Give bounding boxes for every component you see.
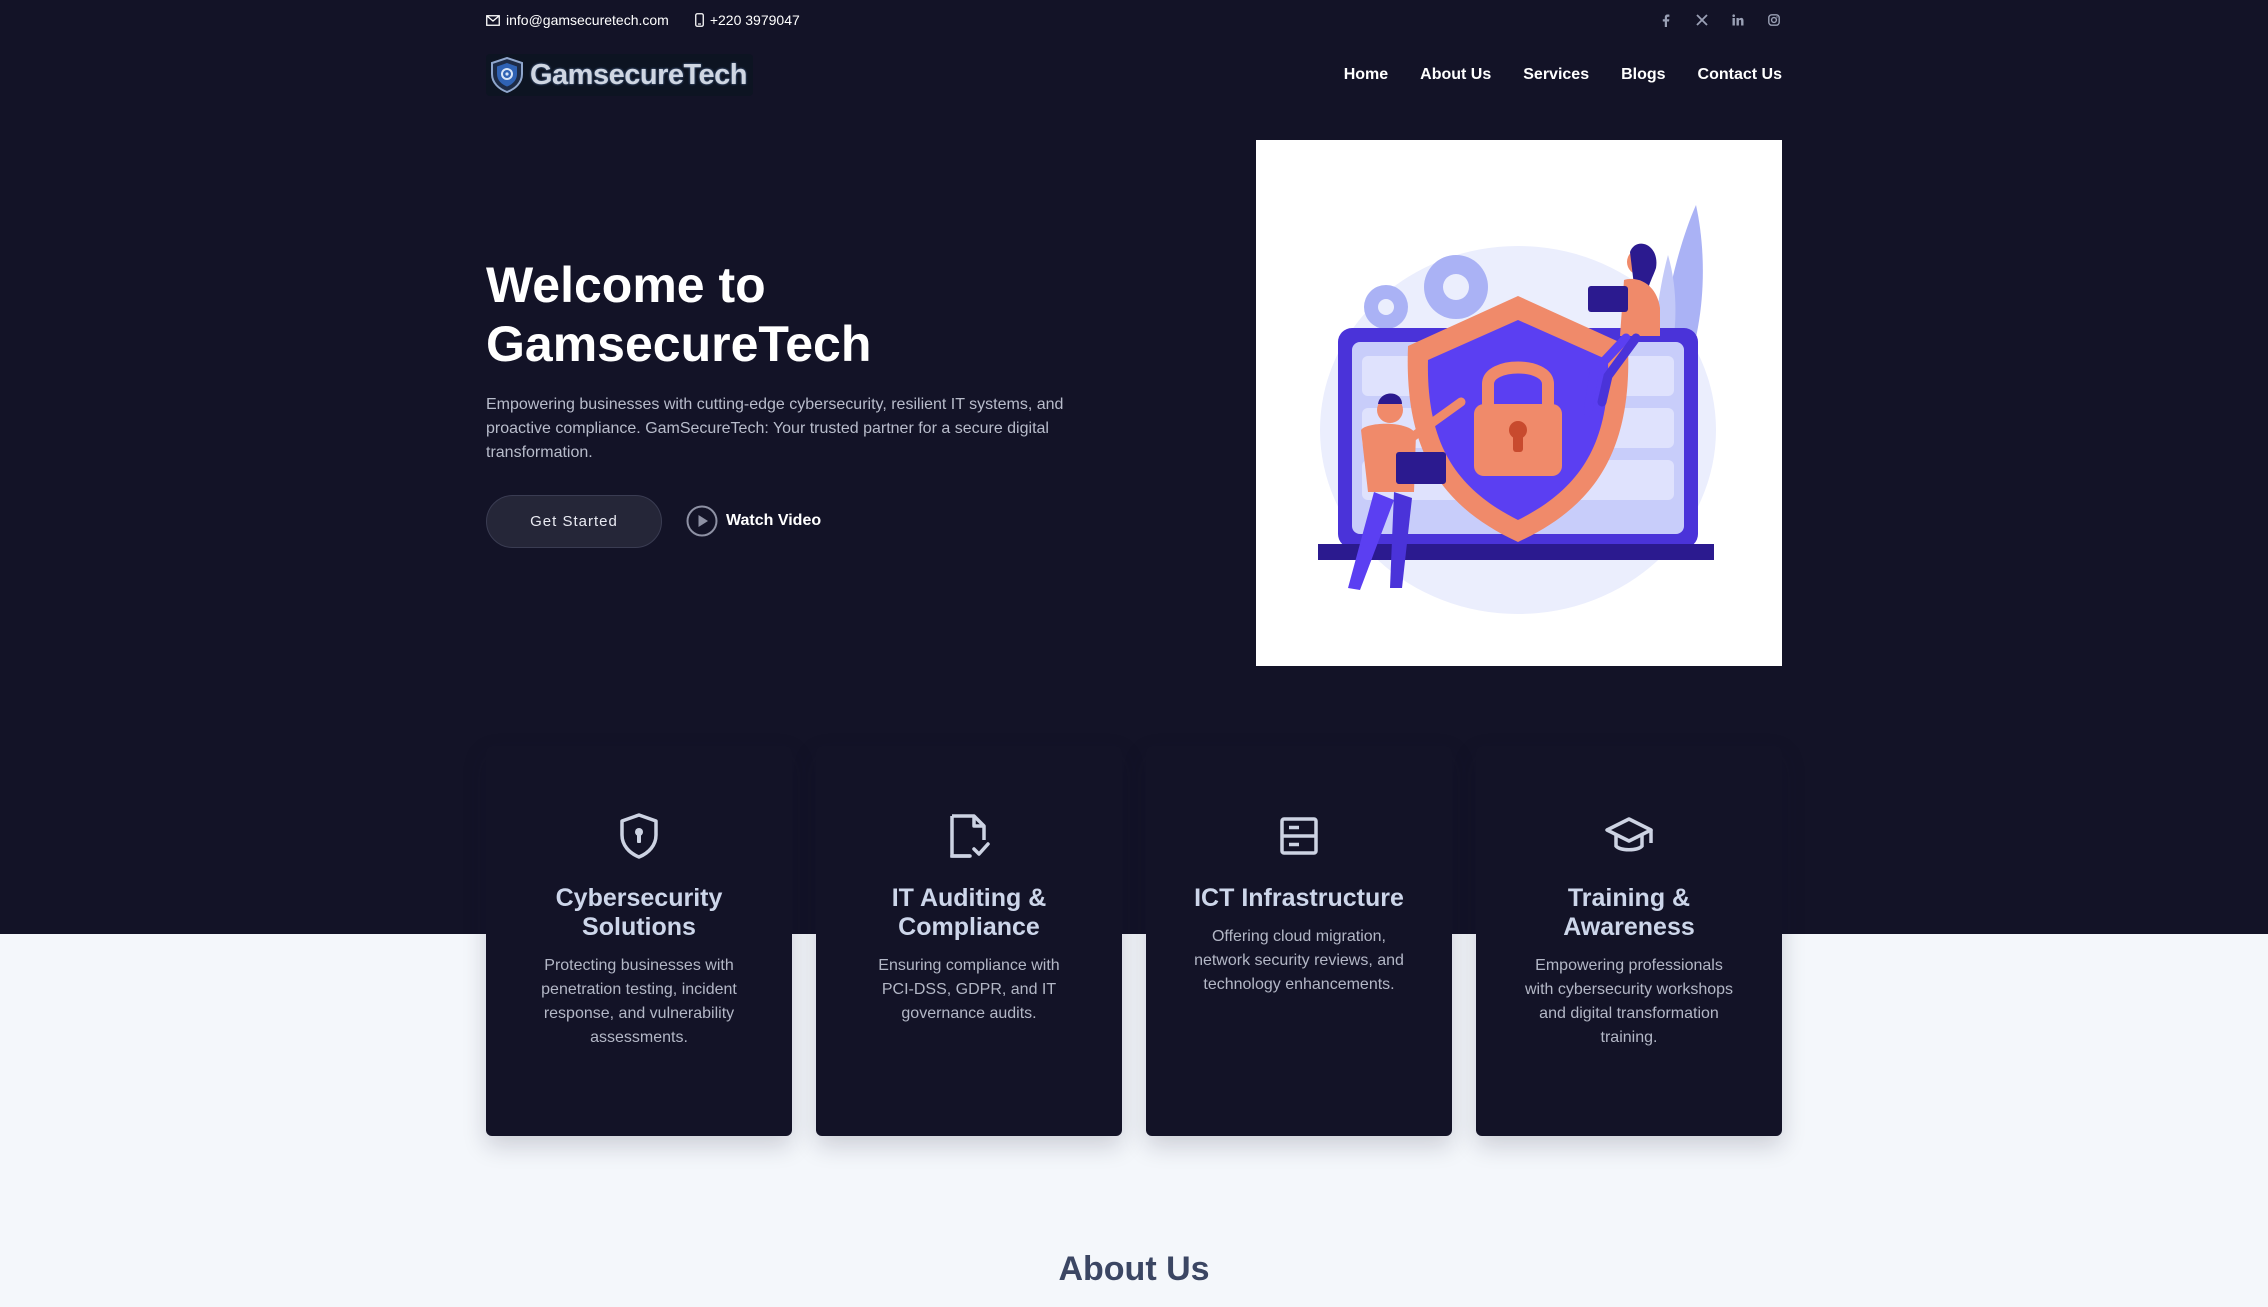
hero-background bbox=[0, 0, 2268, 934]
play-icon bbox=[686, 505, 718, 537]
hero-title-line1: Welcome to bbox=[486, 257, 766, 313]
shield-logo-icon bbox=[491, 57, 523, 93]
watch-video-button[interactable]: Watch Video bbox=[686, 505, 821, 537]
mail-icon bbox=[486, 14, 500, 26]
email-text: info@gamsecuretech.com bbox=[506, 12, 669, 28]
instagram-icon[interactable] bbox=[1766, 12, 1782, 28]
hero-title-line2: GamsecureTech bbox=[486, 316, 872, 372]
nav-services[interactable]: Services bbox=[1523, 66, 1589, 84]
nav-about-us[interactable]: About Us bbox=[1420, 66, 1491, 84]
service-title: Training & Awareness bbox=[1563, 884, 1695, 941]
nav-contact-us[interactable]: Contact Us bbox=[1698, 66, 1782, 84]
service-card-cybersecurity[interactable]: Cybersecurity Solutions Protecting busin… bbox=[486, 746, 792, 1136]
main-navbar: GamsecureTech Home About Us Services Blo… bbox=[486, 52, 1782, 98]
graduation-cap-icon bbox=[1476, 808, 1782, 864]
service-title: Cybersecurity Solutions bbox=[555, 884, 723, 941]
service-description: Empowering professionals with cybersecur… bbox=[1524, 957, 1734, 1046]
get-started-button[interactable]: Get Started bbox=[486, 495, 662, 548]
nav-home[interactable]: Home bbox=[1344, 66, 1388, 84]
service-card-ict-infrastructure[interactable]: ICT Infrastructure Offering cloud migrat… bbox=[1146, 746, 1452, 1136]
phone-text: +220 3979047 bbox=[709, 12, 800, 28]
watch-video-label: Watch Video bbox=[726, 512, 822, 529]
nav-blogs[interactable]: Blogs bbox=[1621, 66, 1665, 84]
brand-name: GamsecureTech bbox=[530, 58, 748, 91]
service-title: ICT Infrastructure bbox=[1194, 884, 1404, 912]
hero-subtitle: Empowering businesses with cutting-edge … bbox=[486, 396, 1064, 461]
security-shield-illustration bbox=[1318, 205, 1716, 614]
linkedin-icon[interactable] bbox=[1730, 12, 1746, 28]
brand-logo[interactable]: GamsecureTech bbox=[486, 54, 754, 96]
x-icon[interactable] bbox=[1694, 12, 1710, 28]
email-link[interactable]: info@gamsecuretech.com bbox=[486, 12, 669, 28]
file-check-icon bbox=[816, 808, 1122, 864]
phone-icon bbox=[694, 13, 704, 27]
server-icon bbox=[1146, 808, 1452, 864]
hero-title: Welcome to GamsecureTech bbox=[486, 256, 1086, 374]
service-card-it-auditing[interactable]: IT Auditing & Compliance Ensuring compli… bbox=[816, 746, 1122, 1136]
service-title: IT Auditing & Compliance bbox=[891, 884, 1047, 941]
nav-menu: Home About Us Services Blogs Contact Us bbox=[1344, 66, 1782, 84]
about-us-heading: About Us bbox=[1058, 1250, 1210, 1288]
service-description: Protecting businesses with penetration t… bbox=[541, 957, 737, 1046]
service-card-training[interactable]: Training & Awareness Empowering professi… bbox=[1476, 746, 1782, 1136]
top-bar: info@gamsecuretech.com +220 3979047 bbox=[486, 8, 1782, 32]
service-description: Ensuring compliance with PCI-DSS, GDPR, … bbox=[878, 957, 1060, 1022]
facebook-icon[interactable] bbox=[1658, 12, 1674, 28]
service-description: Offering cloud migration, network securi… bbox=[1194, 928, 1404, 993]
hero-illustration bbox=[1256, 140, 1782, 666]
phone-link[interactable]: +220 3979047 bbox=[694, 12, 800, 28]
social-links bbox=[1658, 12, 1782, 28]
shield-lock-icon bbox=[486, 808, 792, 864]
